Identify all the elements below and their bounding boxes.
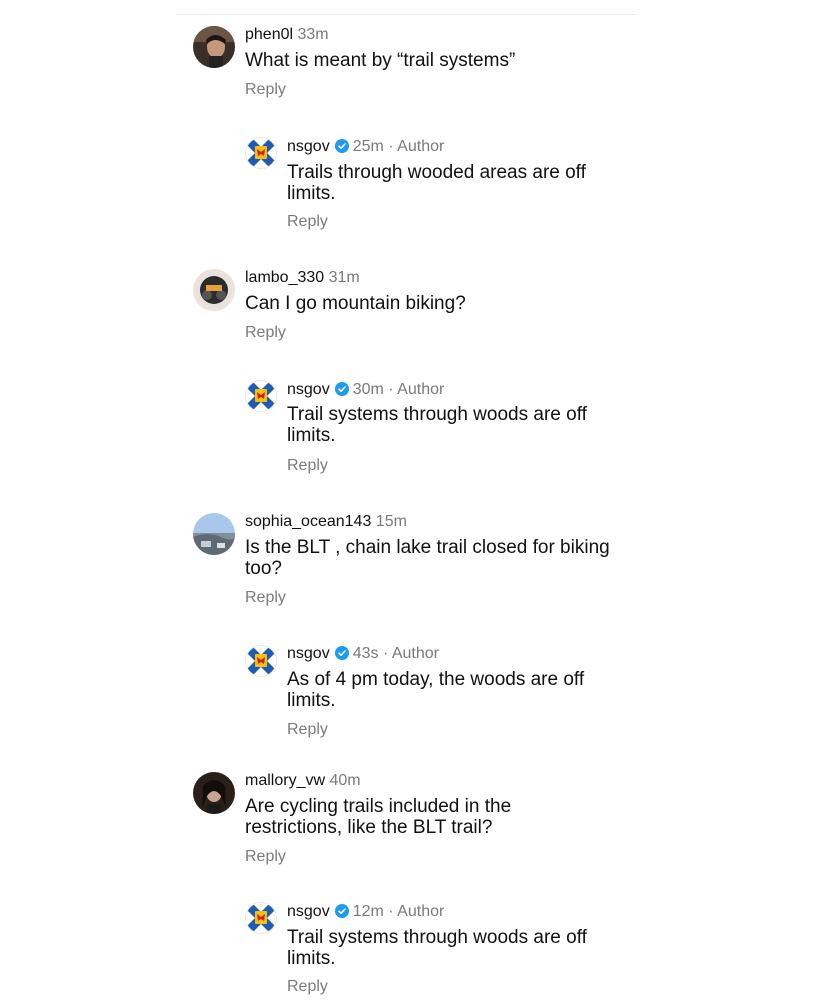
reply-button[interactable]: Reply: [287, 720, 328, 740]
reply-button[interactable]: Reply: [245, 323, 286, 343]
reply-button[interactable]: Reply: [245, 847, 286, 867]
separator-dot: ·: [382, 645, 389, 662]
comment-text: Trail systems through woods are off limi…: [287, 927, 587, 969]
timestamp: 15m: [375, 513, 407, 530]
timestamp: 25m: [352, 138, 384, 155]
separator-dot: ·: [388, 138, 394, 155]
username[interactable]: mallory_vw: [245, 772, 325, 789]
top-divider: [176, 14, 636, 15]
reply-button[interactable]: Reply: [245, 588, 286, 608]
separator-dot: ·: [388, 903, 394, 920]
author-tag: Author: [397, 381, 445, 398]
avatar-lambo_330[interactable]: [193, 269, 235, 311]
comment-text: Can I go mountain biking?: [245, 293, 466, 314]
avatar-nsgov[interactable]: [245, 902, 277, 934]
comment-meta: mallory_vw 40m: [245, 771, 361, 791]
timestamp: 43s: [352, 645, 379, 662]
avatar-sophia_ocean143[interactable]: [193, 513, 235, 555]
username[interactable]: nsgov: [287, 381, 330, 398]
username[interactable]: nsgov: [287, 903, 330, 920]
username[interactable]: lambo_330: [245, 269, 324, 286]
timestamp: 40m: [329, 772, 361, 789]
avatar-phen0l[interactable]: [193, 26, 235, 68]
timestamp: 33m: [297, 26, 329, 43]
reply-button[interactable]: Reply: [287, 212, 328, 232]
username[interactable]: nsgov: [287, 138, 330, 155]
timestamp: 30m: [352, 381, 384, 398]
comment-meta: phen0l 33m: [245, 25, 329, 45]
author-tag: Author: [397, 138, 445, 155]
comment-text: Trail systems through woods are off limi…: [287, 404, 587, 446]
timestamp: 12m: [352, 903, 384, 920]
comment-meta: lambo_330 31m: [245, 268, 360, 288]
comment-text: As of 4 pm today, the woods are off limi…: [287, 669, 585, 711]
author-tag: Author: [391, 645, 439, 662]
username[interactable]: sophia_ocean143: [245, 513, 371, 530]
avatar-mallory_vw[interactable]: [193, 772, 235, 814]
comment-meta: nsgov 30m · Author: [287, 380, 444, 400]
reply-button[interactable]: Reply: [287, 977, 328, 997]
comment-text: Trails through wooded areas are off limi…: [287, 162, 586, 204]
username[interactable]: nsgov: [287, 645, 330, 662]
comment-meta: sophia_ocean143 15m: [245, 512, 407, 532]
username[interactable]: phen0l: [245, 26, 293, 43]
comment-meta: nsgov 25m · Author: [287, 137, 444, 157]
comment-text: Is the BLT , chain lake trail closed for…: [245, 537, 610, 579]
verified-badge-icon: [334, 382, 349, 396]
comment-meta: nsgov 43s · Author: [287, 644, 439, 664]
avatar-nsgov[interactable]: [245, 137, 277, 169]
avatar-nsgov[interactable]: [245, 380, 277, 412]
reply-button[interactable]: Reply: [245, 80, 286, 100]
separator-dot: ·: [388, 381, 394, 398]
author-tag: Author: [397, 903, 445, 920]
comment-meta: nsgov 12m · Author: [287, 902, 444, 922]
timestamp: 31m: [328, 269, 360, 286]
verified-badge-icon: [334, 139, 349, 153]
comment-text: What is meant by “trail systems”: [245, 50, 516, 71]
verified-badge-icon: [334, 904, 349, 918]
avatar-nsgov[interactable]: [245, 645, 277, 677]
comment-text: Are cycling trails included in the restr…: [245, 796, 512, 838]
reply-button[interactable]: Reply: [287, 456, 328, 476]
verified-badge-icon: [334, 646, 349, 660]
